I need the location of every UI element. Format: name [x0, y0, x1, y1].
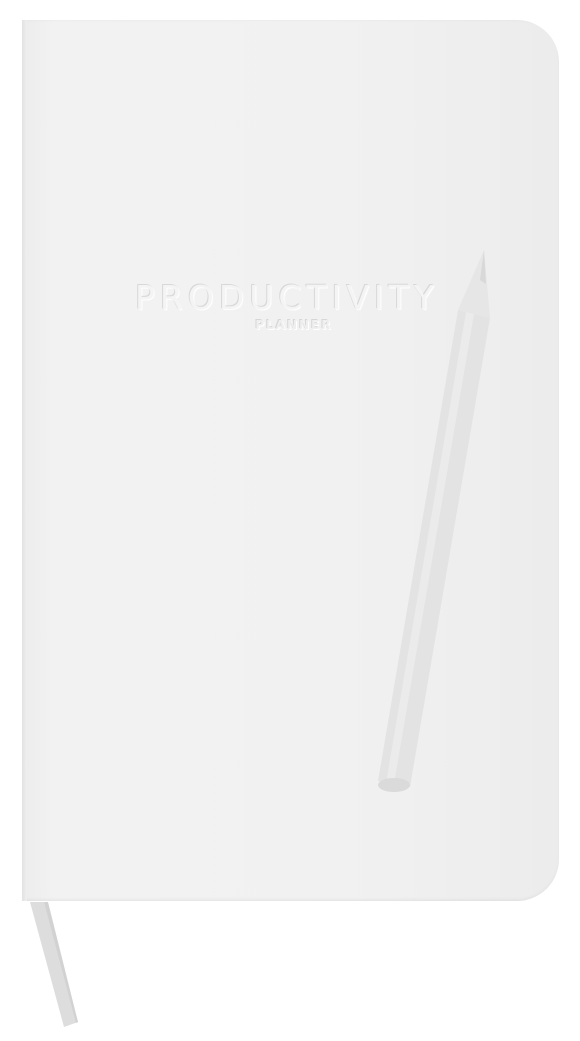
pencil-end	[378, 778, 410, 792]
pencil	[378, 250, 490, 792]
pencil-highlight	[386, 312, 474, 784]
pencil-tip	[458, 250, 490, 318]
product-image: PRODUCTIVITY PLANNER	[0, 0, 580, 1041]
